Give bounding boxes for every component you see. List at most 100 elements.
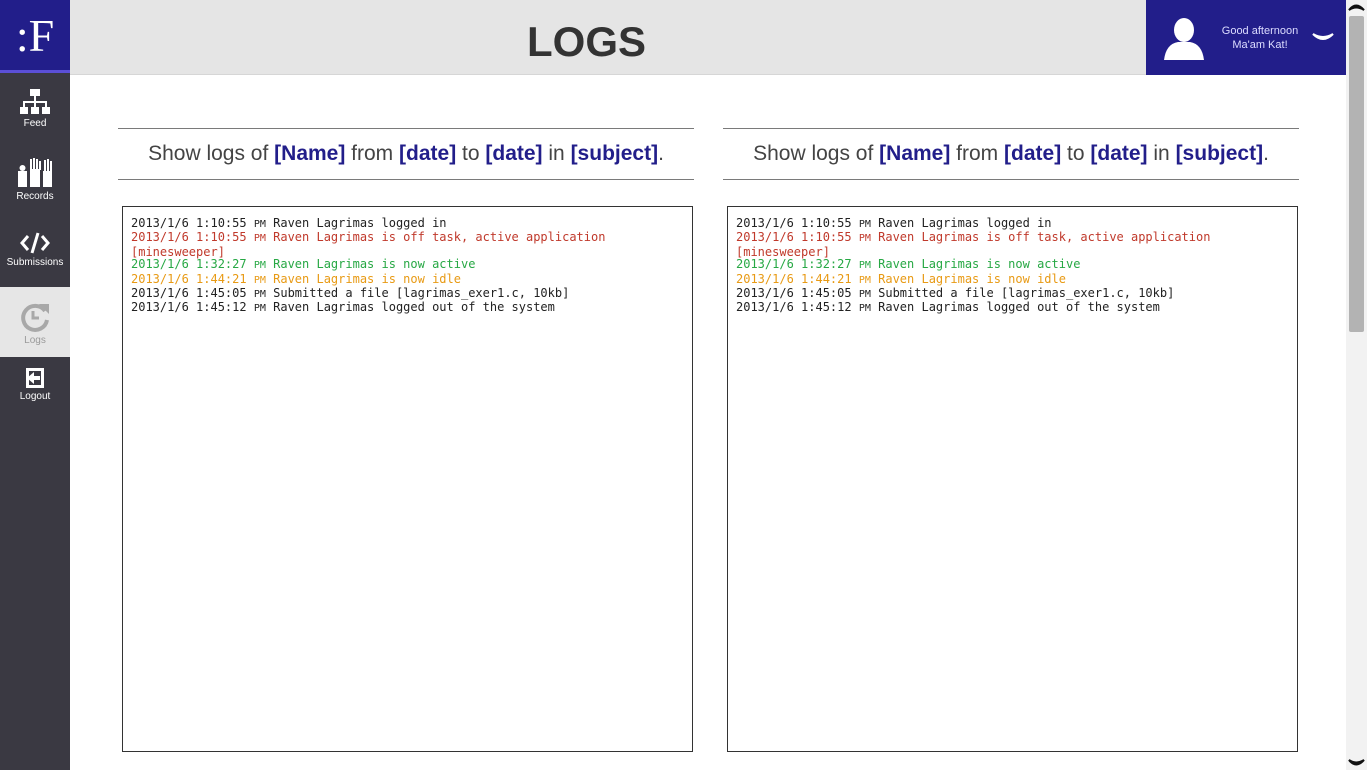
log-filter: Show logs of [Name] from [date] to [date… [723,128,1299,180]
filter-text: from [345,142,400,165]
log-date: 2013/1/6 [736,300,794,315]
filter-date-to-token[interactable]: [date] [485,142,542,165]
log-time: 1:10:55 [801,230,852,245]
log-time: 1:10:55 [196,230,247,245]
filter-text: . [1263,142,1269,165]
log-output[interactable]: 2013/1/6 1:10:55 PM Raven Lagrimas logge… [122,206,693,752]
sidebar: :F Feed Records Submissions Logs Logout [0,0,70,770]
log-time: 1:45:05 [196,286,247,301]
filter-text: to [456,142,486,165]
greeting-line1: Good afternoon [1221,25,1299,37]
log-text: Submitted a file [lagrimas_exer1.c, 10kb… [878,286,1175,301]
log-time: 1:32:27 [801,257,852,272]
app-logo[interactable]: :F [0,0,70,70]
raised-hands-icon [18,158,52,187]
log-line: 2013/1/6 1:44:21 PM Raven Lagrimas is no… [131,271,684,287]
log-date: 2013/1/6 [736,286,794,301]
refresh-icon [21,303,49,332]
sidebar-item-submissions[interactable]: Submissions [0,231,70,268]
log-ampm: PM [858,219,871,230]
filter-date-to-token[interactable]: [date] [1090,142,1147,165]
filter-name-token[interactable]: [Name] [274,142,345,165]
filter-text: to [1061,142,1091,165]
filter-text: in [1147,142,1176,165]
user-avatar-icon [1164,18,1204,60]
filter-text: Show logs of [753,142,880,165]
page-title: LOGS [527,18,647,65]
sidebar-item-label: Records [16,191,54,202]
log-text: Raven Lagrimas logged out of the system [878,300,1160,315]
log-time: 1:45:12 [801,300,852,315]
log-line: 2013/1/6 1:45:05 PM Submitted a file [la… [131,287,684,301]
log-line: 2013/1/6 1:32:27 PM Raven Lagrimas is no… [131,258,684,272]
log-text: Raven Lagrimas is now active [273,257,476,272]
filter-date-from-token[interactable]: [date] [1004,142,1061,165]
filter-subject-token[interactable]: [subject] [571,142,659,165]
filter-text: Show logs of [148,142,275,165]
log-time: 1:10:55 [196,216,247,230]
log-date: 2013/1/6 [131,271,189,286]
log-line: 2013/1/6 1:10:55 PM Raven Lagrimas is of… [736,231,1289,258]
sidebar-item-logout[interactable]: Logout [0,367,70,402]
log-line: 2013/1/6 1:10:55 PM Raven Lagrimas is of… [131,231,684,258]
scroll-thumb[interactable] [1349,16,1364,332]
greeting-line2: Ma'am Kat! [1232,39,1288,51]
filter-text: . [658,142,664,165]
log-text: Raven Lagrimas logged in [878,216,1052,230]
log-output[interactable]: 2013/1/6 1:10:55 PM Raven Lagrimas logge… [727,206,1298,752]
chevron-down-icon[interactable] [1310,30,1336,46]
greeting: Good afternoon Ma'am Kat! [1210,24,1310,52]
sidebar-item-feed[interactable]: Feed [0,88,70,129]
filter-subject-token[interactable]: [subject] [1176,142,1264,165]
log-ampm: PM [858,289,871,301]
log-date: 2013/1/6 [736,230,794,245]
log-time: 1:45:05 [801,286,852,301]
code-icon [20,232,50,254]
log-ampm: PM [858,274,871,286]
log-time: 1:32:27 [196,257,247,272]
log-line: 2013/1/6 1:10:55 PM Raven Lagrimas logge… [736,217,1289,231]
filter-date-from-token[interactable]: [date] [399,142,456,165]
log-text: Submitted a file [lagrimas_exer1.c, 10kb… [273,286,570,301]
sidebar-item-label: Logout [19,391,51,402]
page-scrollbar[interactable] [1346,0,1367,770]
logout-icon [26,368,44,388]
sidebar-item-records[interactable]: Records [0,157,70,202]
log-time: 1:10:55 [801,216,852,230]
log-panel-right: Show logs of [Name] from [date] to [date… [723,128,1299,752]
log-ampm: PM [253,219,266,230]
scroll-up-icon[interactable] [1347,0,1366,14]
log-date: 2013/1/6 [131,300,189,315]
filter-text: in [542,142,571,165]
log-line: 2013/1/6 1:44:21 PM Raven Lagrimas is no… [736,271,1289,287]
log-ampm: PM [253,303,266,315]
log-ampm: PM [253,274,266,286]
filter-name-token[interactable]: [Name] [879,142,950,165]
log-time: 1:44:21 [801,271,852,286]
logo-underline [0,70,70,73]
log-ampm: PM [253,289,266,301]
log-line: 2013/1/6 1:45:12 PM Raven Lagrimas logge… [736,301,1289,315]
sidebar-item-label: Logs [24,335,46,346]
log-ampm: PM [253,233,266,245]
log-text: Raven Lagrimas logged in [273,216,447,230]
log-date: 2013/1/6 [131,257,189,272]
log-filter: Show logs of [Name] from [date] to [date… [118,128,694,180]
log-date: 2013/1/6 [736,257,794,272]
user-menu[interactable]: Good afternoon Ma'am Kat! [1146,0,1346,75]
log-line: 2013/1/6 1:10:55 PM Raven Lagrimas logge… [131,217,684,231]
log-panel-left: Show logs of [Name] from [date] to [date… [118,128,694,752]
log-date: 2013/1/6 [736,216,794,230]
log-date: 2013/1/6 [736,271,794,286]
log-date: 2013/1/6 [131,230,189,245]
log-time: 1:44:21 [196,271,247,286]
sidebar-item-label: Submissions [6,257,64,268]
log-date: 2013/1/6 [131,216,189,230]
log-ampm: PM [858,303,871,315]
sidebar-item-logs[interactable]: Logs [0,287,70,357]
log-date: 2013/1/6 [131,286,189,301]
log-line: 2013/1/6 1:45:05 PM Submitted a file [la… [736,287,1289,301]
feed-icon [20,89,50,114]
scroll-down-icon[interactable] [1347,756,1366,770]
log-line: 2013/1/6 1:32:27 PM Raven Lagrimas is no… [736,258,1289,272]
